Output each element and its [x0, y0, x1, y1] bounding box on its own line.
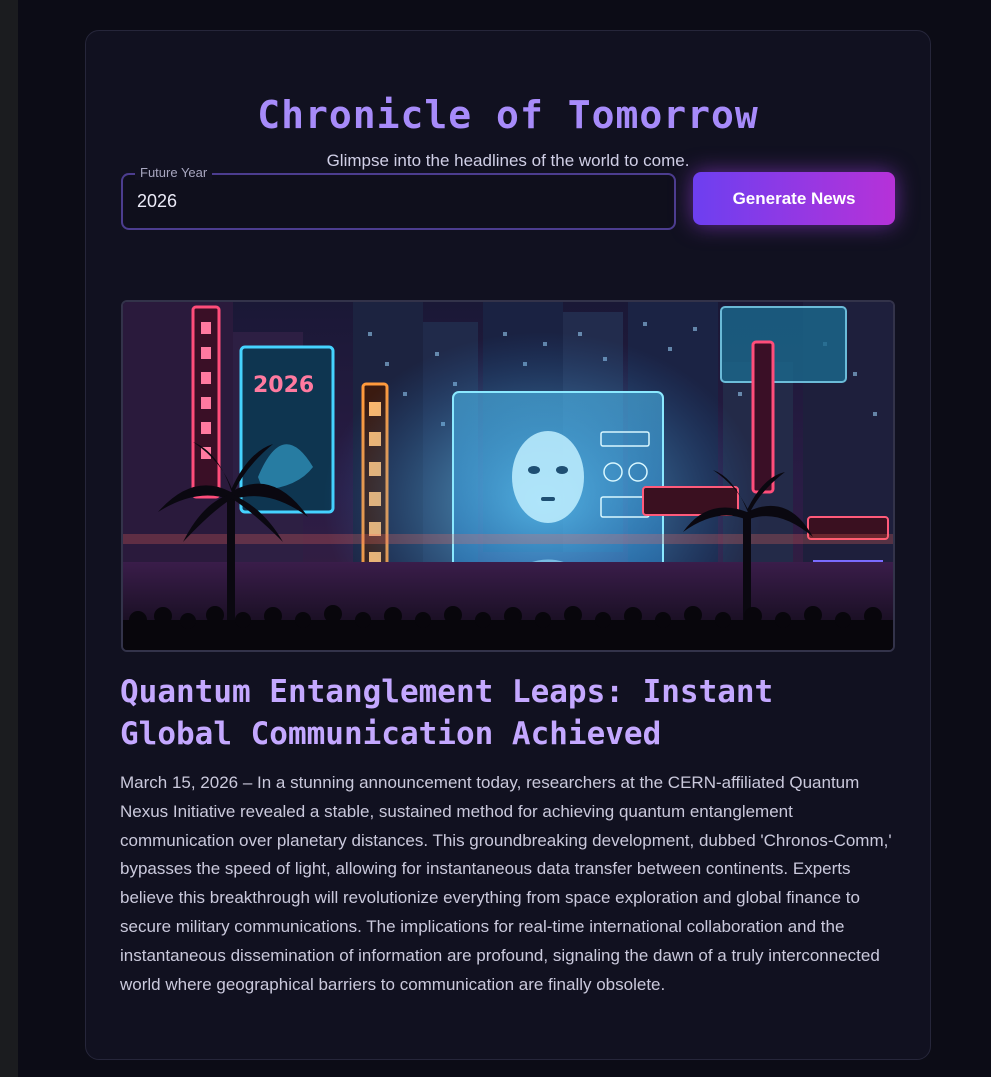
future-year-field[interactable]: Future Year: [121, 165, 676, 230]
generate-news-button[interactable]: Generate News: [693, 172, 895, 225]
article-image: 2026: [121, 300, 895, 652]
page-title: Chronicle of Tomorrow: [257, 93, 759, 137]
page-subtitle: Glimpse into the headlines of the world …: [326, 151, 690, 170]
future-year-input[interactable]: [123, 175, 674, 228]
window-edge-strip: [0, 0, 18, 1077]
cityscape-illustration: 2026: [123, 302, 893, 650]
article-headline: Quantum Entanglement Leaps: Instant Glob…: [120, 674, 774, 752]
article-body: March 15, 2026 – In a stunning announcem…: [120, 773, 892, 994]
news-card: Chronicle of Tomorrow Glimpse into the h…: [85, 30, 931, 1060]
billboard-year-text: 2026: [253, 373, 314, 398]
